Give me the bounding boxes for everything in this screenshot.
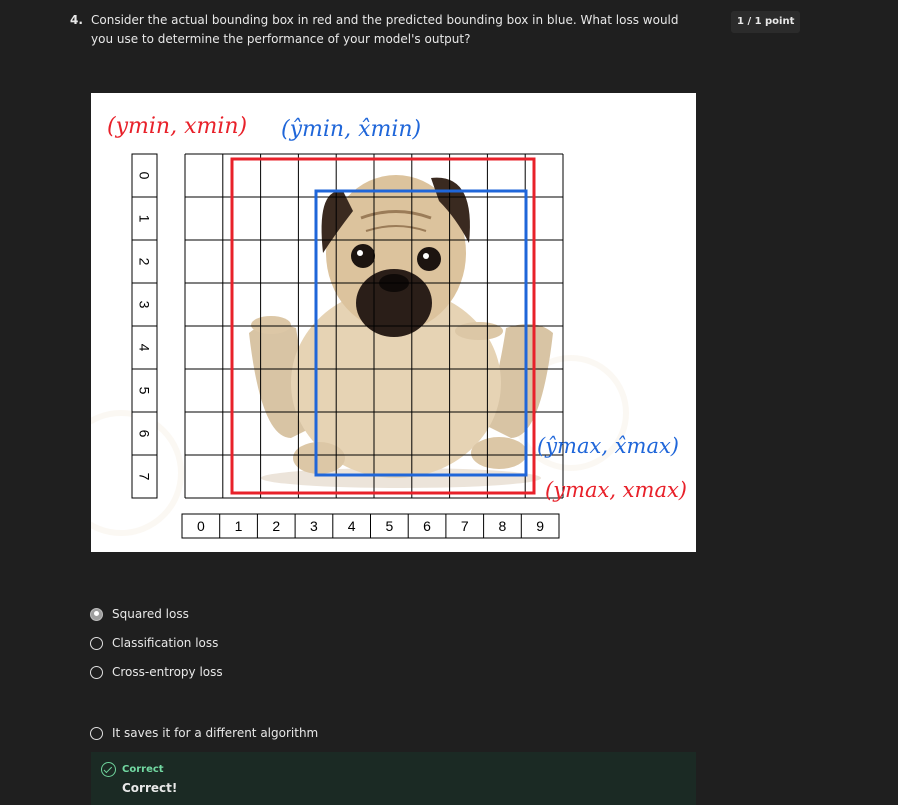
- feedback-message: Correct!: [122, 781, 178, 795]
- column-index-label: 9: [536, 518, 544, 534]
- column-index-label: 0: [197, 518, 205, 534]
- row-index-label: 0: [137, 172, 153, 180]
- row-index-label: 5: [137, 387, 153, 395]
- column-index-label: 5: [385, 518, 393, 534]
- label-min-predicted: (ŷmin, x̂min): [281, 117, 421, 142]
- column-index-label: 3: [310, 518, 318, 534]
- column-index-label: 4: [348, 518, 356, 534]
- question-text: Consider the actual bounding box in red …: [91, 13, 679, 46]
- option-cross-entropy-loss[interactable]: Cross-entropy loss: [90, 662, 223, 682]
- column-index-label: 2: [272, 518, 280, 534]
- radio-icon[interactable]: [90, 726, 103, 740]
- radio-icon[interactable]: [90, 665, 103, 679]
- option-label: Classification loss: [112, 636, 219, 650]
- column-index-label: 8: [499, 518, 507, 534]
- row-index-label: 4: [137, 344, 153, 352]
- label-min-actual: (ymin, xmin): [107, 114, 247, 139]
- bounding-box-figure: 0 1 2 3 4 5 6 7 0 1 2 3 4 5 6 7 8 9 (ymin, xmin) (ŷmin, …: [91, 93, 696, 552]
- feedback-status: Correct: [122, 764, 164, 775]
- pug-image: [249, 175, 553, 488]
- label-max-actual: (ymax, xmax): [545, 478, 687, 502]
- option-label: It saves it for a different algorithm: [112, 726, 319, 740]
- row-index-label: 7: [137, 473, 153, 481]
- points-badge: 1 / 1 point: [731, 11, 801, 33]
- question-number: 4.: [70, 13, 83, 27]
- column-index-label: 1: [235, 518, 243, 534]
- option-label: Squared loss: [112, 607, 189, 621]
- radio-selected-icon[interactable]: [90, 607, 103, 621]
- radio-icon[interactable]: [90, 636, 103, 650]
- column-index-label: 6: [423, 518, 431, 534]
- row-index-label: 1: [137, 215, 153, 223]
- check-circle-icon: [101, 762, 116, 777]
- option-squared-loss[interactable]: Squared loss: [90, 604, 189, 624]
- option-classification-loss[interactable]: Classification loss: [90, 633, 218, 653]
- option-label: Cross-entropy loss: [112, 665, 223, 679]
- row-index-label: 6: [137, 430, 153, 438]
- column-index-label: 7: [461, 518, 469, 534]
- row-index-column: 0 1 2 3 4 5 6 7: [131, 153, 158, 499]
- row-index-label: 3: [137, 301, 153, 309]
- option-different-algorithm[interactable]: It saves it for a different algorithm: [90, 723, 318, 743]
- column-index-row: 0 1 2 3 4 5 6 7 8 9: [181, 513, 560, 539]
- label-max-predicted: (ŷmax, x̂max): [537, 434, 679, 458]
- row-index-label: 2: [137, 258, 153, 266]
- feedback-panel: Correct Correct!: [91, 752, 696, 805]
